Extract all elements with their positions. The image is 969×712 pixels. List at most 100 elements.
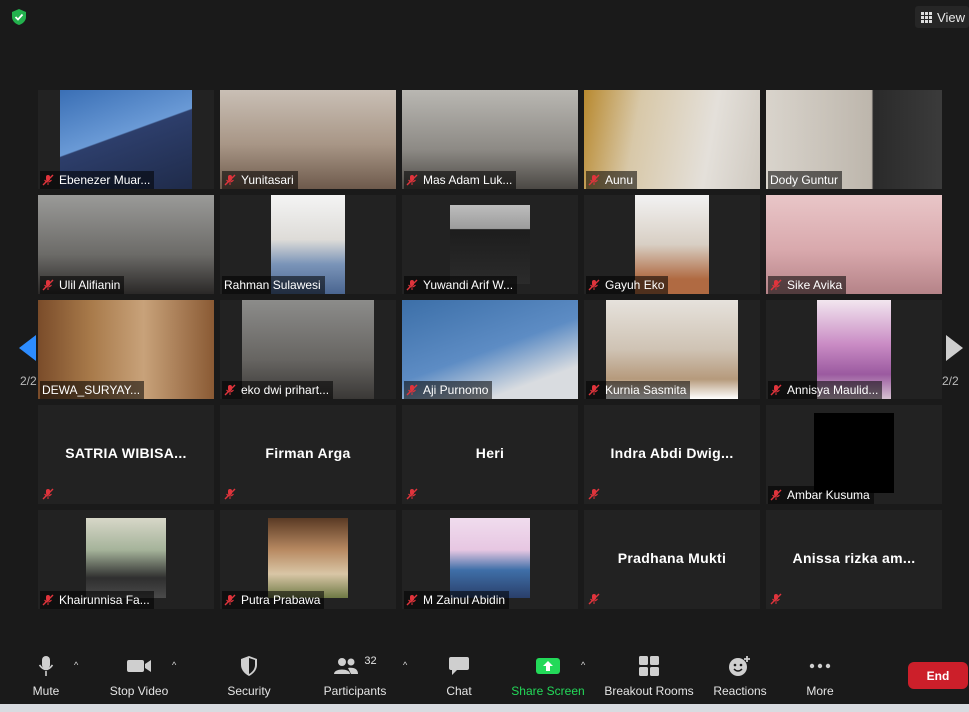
stop-video-button[interactable]: Stop Video bbox=[103, 648, 175, 704]
participant-name-tag: DEWA_SURYAY... bbox=[40, 381, 145, 399]
participant-name-tag: Ambar Kusuma bbox=[768, 486, 874, 504]
participant-tile[interactable]: M Zainul Abidin bbox=[402, 510, 578, 609]
reactions-button[interactable]: Reactions bbox=[711, 648, 769, 704]
audio-options-caret-icon[interactable]: ^ bbox=[74, 660, 78, 670]
participants-icon bbox=[334, 658, 359, 674]
participant-name-tag: Aji Purnomo bbox=[404, 381, 493, 399]
participants-count: 32 bbox=[364, 655, 377, 667]
participant-name: Firman Arga bbox=[265, 445, 351, 461]
participant-video bbox=[814, 413, 894, 493]
video-options-caret-icon[interactable]: ^ bbox=[172, 660, 176, 670]
participant-name-tag: Ebenezer Muar... bbox=[40, 171, 155, 189]
participant-tile[interactable]: DEWA_SURYAY... bbox=[38, 300, 214, 399]
participant-video bbox=[268, 518, 348, 598]
muted-mic-icon bbox=[224, 488, 236, 500]
share-screen-button[interactable]: Share Screen bbox=[510, 648, 586, 704]
participant-name: SATRIA WIBISA... bbox=[65, 445, 187, 461]
participants-options-caret-icon[interactable]: ^ bbox=[403, 660, 407, 670]
security-shield-icon[interactable] bbox=[10, 8, 28, 26]
participant-tile[interactable]: Rahman Sulawesi bbox=[220, 195, 396, 294]
muted-mic-icon bbox=[770, 279, 782, 291]
muted-mic-icon bbox=[224, 174, 236, 186]
muted-mic-icon bbox=[42, 594, 54, 606]
participant-tile[interactable]: Kurnia Sasmita bbox=[584, 300, 760, 399]
chat-button[interactable]: Chat bbox=[440, 648, 478, 704]
muted-mic-icon bbox=[42, 488, 54, 500]
participant-tile[interactable]: Anissa rizka am... bbox=[766, 510, 942, 609]
participant-name: Pradhana Mukti bbox=[617, 550, 727, 566]
view-button[interactable]: View bbox=[915, 6, 969, 28]
breakout-rooms-icon bbox=[639, 656, 659, 676]
participant-name-tag: Yunitasari bbox=[222, 171, 298, 189]
os-taskbar-strip bbox=[0, 704, 969, 712]
participant-name: Heri bbox=[475, 445, 505, 461]
microphone-icon bbox=[38, 656, 54, 676]
participant-tile[interactable]: Heri bbox=[402, 405, 578, 504]
participant-tile[interactable]: Yuwandi Arif W... bbox=[402, 195, 578, 294]
participant-name-tag: Khairunnisa Fa... bbox=[40, 591, 154, 609]
participant-name-tag: Kurnia Sasmita bbox=[586, 381, 691, 399]
participant-tile[interactable]: Dody Guntur bbox=[766, 90, 942, 189]
participant-tile[interactable]: Sike Avika bbox=[766, 195, 942, 294]
breakout-rooms-button[interactable]: Breakout Rooms bbox=[603, 648, 695, 704]
muted-mic-icon bbox=[588, 384, 600, 396]
security-button[interactable]: Security bbox=[224, 648, 274, 704]
participant-tile[interactable]: Aji Purnomo bbox=[402, 300, 578, 399]
muted-mic-icon bbox=[42, 279, 54, 291]
participant-name-tag: Yuwandi Arif W... bbox=[404, 276, 518, 294]
share-options-caret-icon[interactable]: ^ bbox=[581, 660, 585, 670]
page-indicator-left: 2/2 bbox=[20, 374, 37, 388]
participant-name-tag: Rahman Sulawesi bbox=[222, 276, 325, 294]
meeting-toolbar: Mute ^ Stop Video ^ Security 32 Particip… bbox=[0, 648, 969, 704]
participant-tile[interactable]: Putra Prabawa bbox=[220, 510, 396, 609]
previous-page-arrow-icon[interactable] bbox=[16, 333, 38, 363]
participant-video bbox=[450, 205, 530, 284]
participant-name: Anissa rizka am... bbox=[792, 550, 916, 566]
muted-mic-icon bbox=[406, 174, 418, 186]
grid-view-icon bbox=[921, 11, 933, 23]
next-page-arrow-icon[interactable] bbox=[944, 333, 966, 363]
muted-mic-icon bbox=[406, 488, 418, 500]
participant-name-tag: Aunu bbox=[586, 171, 638, 189]
view-label: View bbox=[937, 9, 965, 25]
participant-tile[interactable]: Annisya Maulid... bbox=[766, 300, 942, 399]
share-screen-icon bbox=[536, 658, 560, 674]
muted-mic-icon bbox=[588, 488, 600, 500]
more-dots-icon bbox=[809, 663, 831, 669]
participant-tile[interactable]: Gayuh Eko bbox=[584, 195, 760, 294]
participant-video bbox=[86, 518, 166, 598]
chat-bubble-icon bbox=[449, 657, 469, 675]
participant-video bbox=[450, 518, 530, 598]
participant-name-tag: Dody Guntur bbox=[768, 171, 843, 189]
participant-tile[interactable]: Mas Adam Luk... bbox=[402, 90, 578, 189]
participants-button[interactable]: 32 Participants bbox=[320, 648, 390, 704]
participant-name-tag: Mas Adam Luk... bbox=[404, 171, 517, 189]
participant-name-tag: Annisya Maulid... bbox=[768, 381, 883, 399]
participant-tile[interactable]: Ulil Alifianin bbox=[38, 195, 214, 294]
participant-name-tag: Putra Prabawa bbox=[222, 591, 325, 609]
mute-button[interactable]: Mute bbox=[26, 648, 66, 704]
muted-mic-icon bbox=[588, 174, 600, 186]
muted-mic-icon bbox=[588, 593, 600, 605]
muted-mic-icon bbox=[770, 489, 782, 501]
end-meeting-button[interactable]: End bbox=[908, 662, 968, 689]
muted-mic-icon bbox=[406, 594, 418, 606]
muted-mic-icon bbox=[770, 593, 782, 605]
more-button[interactable]: More bbox=[800, 648, 840, 704]
participant-tile[interactable]: eko dwi prihart... bbox=[220, 300, 396, 399]
participant-tile[interactable]: Indra Abdi Dwig... bbox=[584, 405, 760, 504]
participant-name-tag: Gayuh Eko bbox=[586, 276, 669, 294]
page-indicator-right: 2/2 bbox=[942, 374, 959, 388]
muted-mic-icon bbox=[224, 384, 236, 396]
participant-tile[interactable]: Ambar Kusuma bbox=[766, 405, 942, 504]
muted-mic-icon bbox=[588, 279, 600, 291]
participant-tile[interactable]: Yunitasari bbox=[220, 90, 396, 189]
participant-tile[interactable]: Khairunnisa Fa... bbox=[38, 510, 214, 609]
participant-tile[interactable]: Aunu bbox=[584, 90, 760, 189]
participant-name: Indra Abdi Dwig... bbox=[610, 445, 734, 461]
shield-icon bbox=[241, 656, 257, 676]
participant-tile[interactable]: Firman Arga bbox=[220, 405, 396, 504]
participant-tile[interactable]: SATRIA WIBISA... bbox=[38, 405, 214, 504]
participant-tile[interactable]: Pradhana Mukti bbox=[584, 510, 760, 609]
participant-tile[interactable]: Ebenezer Muar... bbox=[38, 90, 214, 189]
